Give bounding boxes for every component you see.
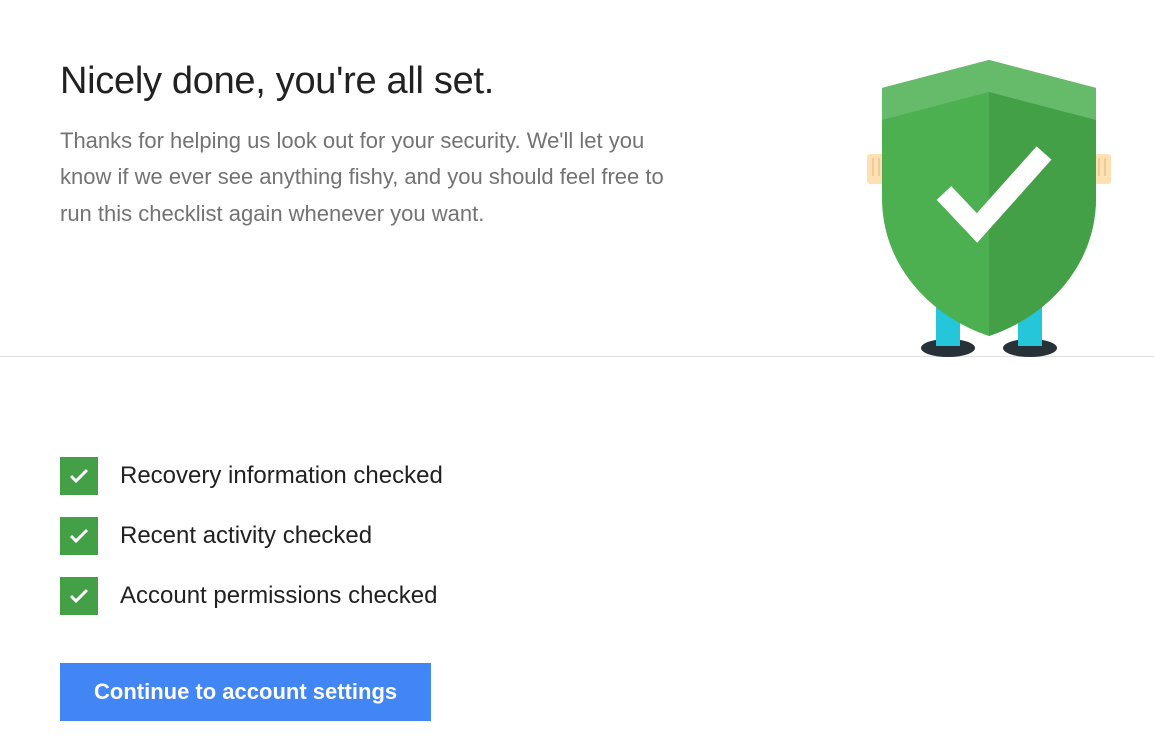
checklist-section: Recovery information checked Recent acti… — [0, 357, 1154, 721]
checklist-item-permissions: Account permissions checked — [60, 577, 1154, 615]
checklist-item-label: Account permissions checked — [120, 582, 437, 610]
checklist-item-activity: Recent activity checked — [60, 517, 1154, 555]
checkmark-icon — [60, 577, 98, 615]
page-subtitle: Thanks for helping us look out for your … — [60, 123, 670, 232]
continue-button[interactable]: Continue to account settings — [60, 663, 431, 721]
checklist-item-label: Recent activity checked — [120, 522, 372, 550]
checklist-item-label: Recovery information checked — [120, 462, 443, 490]
shield-character-illustration — [864, 58, 1114, 358]
checkmark-icon — [60, 457, 98, 495]
hero-section: Nicely done, you're all set. Thanks for … — [0, 0, 1154, 356]
checklist-item-recovery: Recovery information checked — [60, 457, 1154, 495]
checkmark-icon — [60, 517, 98, 555]
